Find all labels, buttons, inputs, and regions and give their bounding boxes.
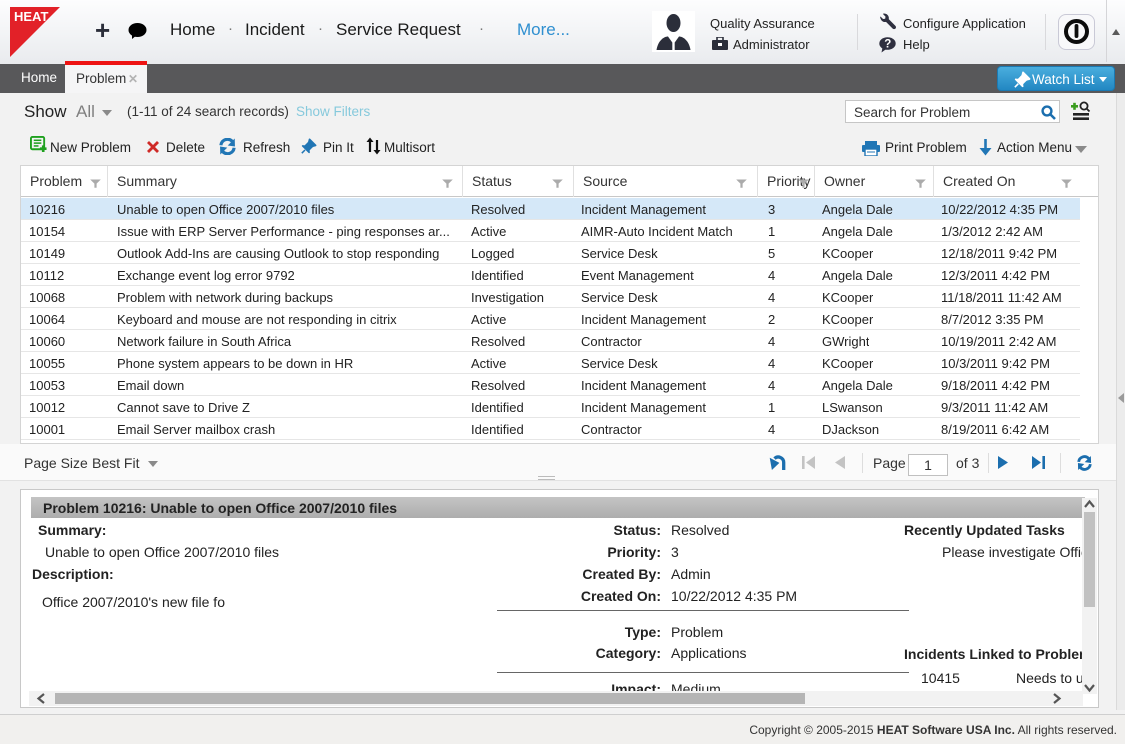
svg-text:?: ? — [884, 39, 891, 51]
svg-text:HEAT: HEAT — [14, 9, 48, 24]
